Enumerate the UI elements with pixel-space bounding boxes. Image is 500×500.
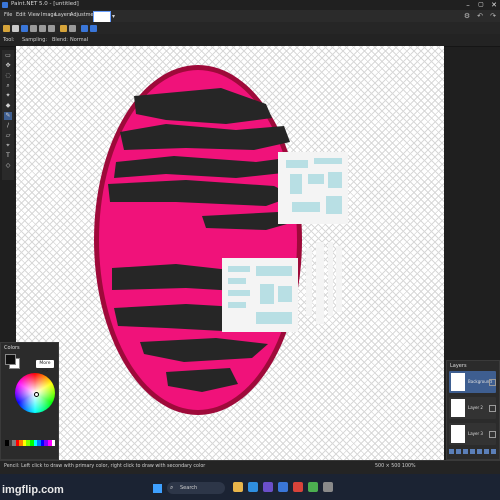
undo-icon[interactable]: ↶ (475, 11, 485, 21)
canvas[interactable] (16, 46, 444, 460)
paint-bucket-icon[interactable]: ◆ (4, 102, 12, 110)
status-text: Pencil: Left click to draw with primary … (4, 464, 206, 469)
layer-visibility-checkbox[interactable] (489, 379, 496, 386)
zoom-icon[interactable]: ⌕ (4, 82, 12, 90)
brush-icon[interactable]: ∕ (4, 122, 12, 130)
menu-bar: File Edit View Image Layers Adjustments (0, 10, 500, 22)
paste-button[interactable] (48, 25, 55, 32)
cut-button[interactable] (30, 25, 37, 32)
image-size-zoom: 500 × 500 100% (375, 464, 416, 469)
open-button[interactable] (12, 25, 19, 32)
app-icon-taskbar[interactable] (293, 482, 303, 492)
watermark: imgflip.com (2, 484, 64, 496)
blend-mode-select[interactable]: Normal (70, 37, 88, 43)
palette-swatch[interactable] (51, 440, 56, 446)
artwork (94, 65, 348, 415)
chevron-down-icon[interactable]: ▾ (112, 13, 115, 20)
copy-button[interactable] (39, 25, 46, 32)
artwork-vertical-bars (306, 242, 342, 324)
eraser-icon[interactable]: ▱ (4, 132, 12, 140)
blend-label: Blend: (52, 37, 68, 43)
color-picker-icon[interactable]: ⌖ (4, 142, 12, 150)
primary-color-swatch[interactable] (5, 354, 16, 365)
save-button[interactable] (21, 25, 28, 32)
layer-row[interactable]: Layer 3 (449, 423, 496, 445)
app-icon-taskbar[interactable] (308, 482, 318, 492)
menu-file[interactable]: File (4, 12, 12, 18)
app-icon-taskbar[interactable] (263, 482, 273, 492)
browser-icon[interactable] (248, 482, 258, 492)
layer-thumbnail (451, 425, 465, 443)
search-icon: ⌕ (170, 484, 174, 491)
tool-label: Tool: (3, 37, 15, 43)
minimize-icon[interactable]: – (462, 0, 474, 10)
paintnet-taskbar-icon[interactable] (278, 482, 288, 492)
new-file-button[interactable] (3, 25, 10, 32)
windows-start-icon[interactable] (153, 484, 162, 493)
color-palette (5, 440, 56, 446)
layer-row[interactable]: Background (449, 371, 496, 393)
close-icon[interactable]: ✕ (488, 0, 500, 10)
layer-properties-icon[interactable] (491, 449, 496, 454)
deselect-button[interactable] (69, 25, 76, 32)
colors-panel-title: Colors (4, 345, 20, 351)
sampling-label: Sampling: (22, 37, 48, 43)
move-icon[interactable]: ✥ (4, 62, 12, 70)
colors-panel: Colors More >> (0, 342, 59, 460)
layer-actions (449, 449, 496, 456)
tools-panel: ▭ ✥ ◌ ⌕ ✦ ◆ ✎ ∕ ▱ ⌖ T ◇ (2, 50, 14, 180)
merge-layer-icon[interactable] (470, 449, 475, 454)
add-layer-icon[interactable] (449, 449, 454, 454)
move-layer-up-icon[interactable] (477, 449, 482, 454)
lasso-icon[interactable]: ◌ (4, 72, 12, 80)
layers-panel-title: Layers (450, 363, 467, 369)
window-title: Paint.NET 5.0 - [untitled] (11, 1, 79, 7)
layer-name: Layer 2 (468, 405, 483, 410)
layer-name: Layer 3 (468, 431, 483, 436)
app-icon (2, 2, 8, 8)
redo-icon[interactable]: ↷ (488, 11, 498, 21)
undo-button[interactable] (81, 25, 88, 32)
delete-layer-icon[interactable] (456, 449, 461, 454)
text-icon[interactable]: T (4, 152, 12, 160)
more-colors-button[interactable]: More >> (36, 360, 54, 374)
app-icon-taskbar[interactable] (323, 482, 333, 492)
layer-visibility-checkbox[interactable] (489, 431, 496, 438)
layer-thumbnail (451, 399, 465, 417)
layer-row[interactable]: Layer 2 (449, 397, 496, 419)
move-layer-down-icon[interactable] (484, 449, 489, 454)
layer-thumbnail (451, 373, 465, 391)
redo-button[interactable] (90, 25, 97, 32)
shapes-icon[interactable]: ◇ (4, 162, 12, 170)
menu-edit[interactable]: Edit (16, 12, 26, 18)
file-explorer-icon[interactable] (233, 482, 243, 492)
maximize-icon[interactable]: ▢ (475, 0, 487, 10)
settings-icon[interactable]: ⚙ (462, 11, 472, 21)
rectangle-select-icon[interactable]: ▭ (4, 52, 12, 60)
magic-wand-icon[interactable]: ✦ (4, 92, 12, 100)
layer-visibility-checkbox[interactable] (489, 405, 496, 412)
color-wheel-handle[interactable] (34, 392, 39, 397)
menu-view[interactable]: View (28, 12, 40, 18)
crop-button[interactable] (60, 25, 67, 32)
layers-panel: Layers Background Layer 2 Layer 3 (446, 360, 500, 460)
duplicate-layer-icon[interactable] (463, 449, 468, 454)
taskbar-search-label: Search (180, 485, 198, 491)
pencil-icon[interactable]: ✎ (4, 112, 12, 120)
